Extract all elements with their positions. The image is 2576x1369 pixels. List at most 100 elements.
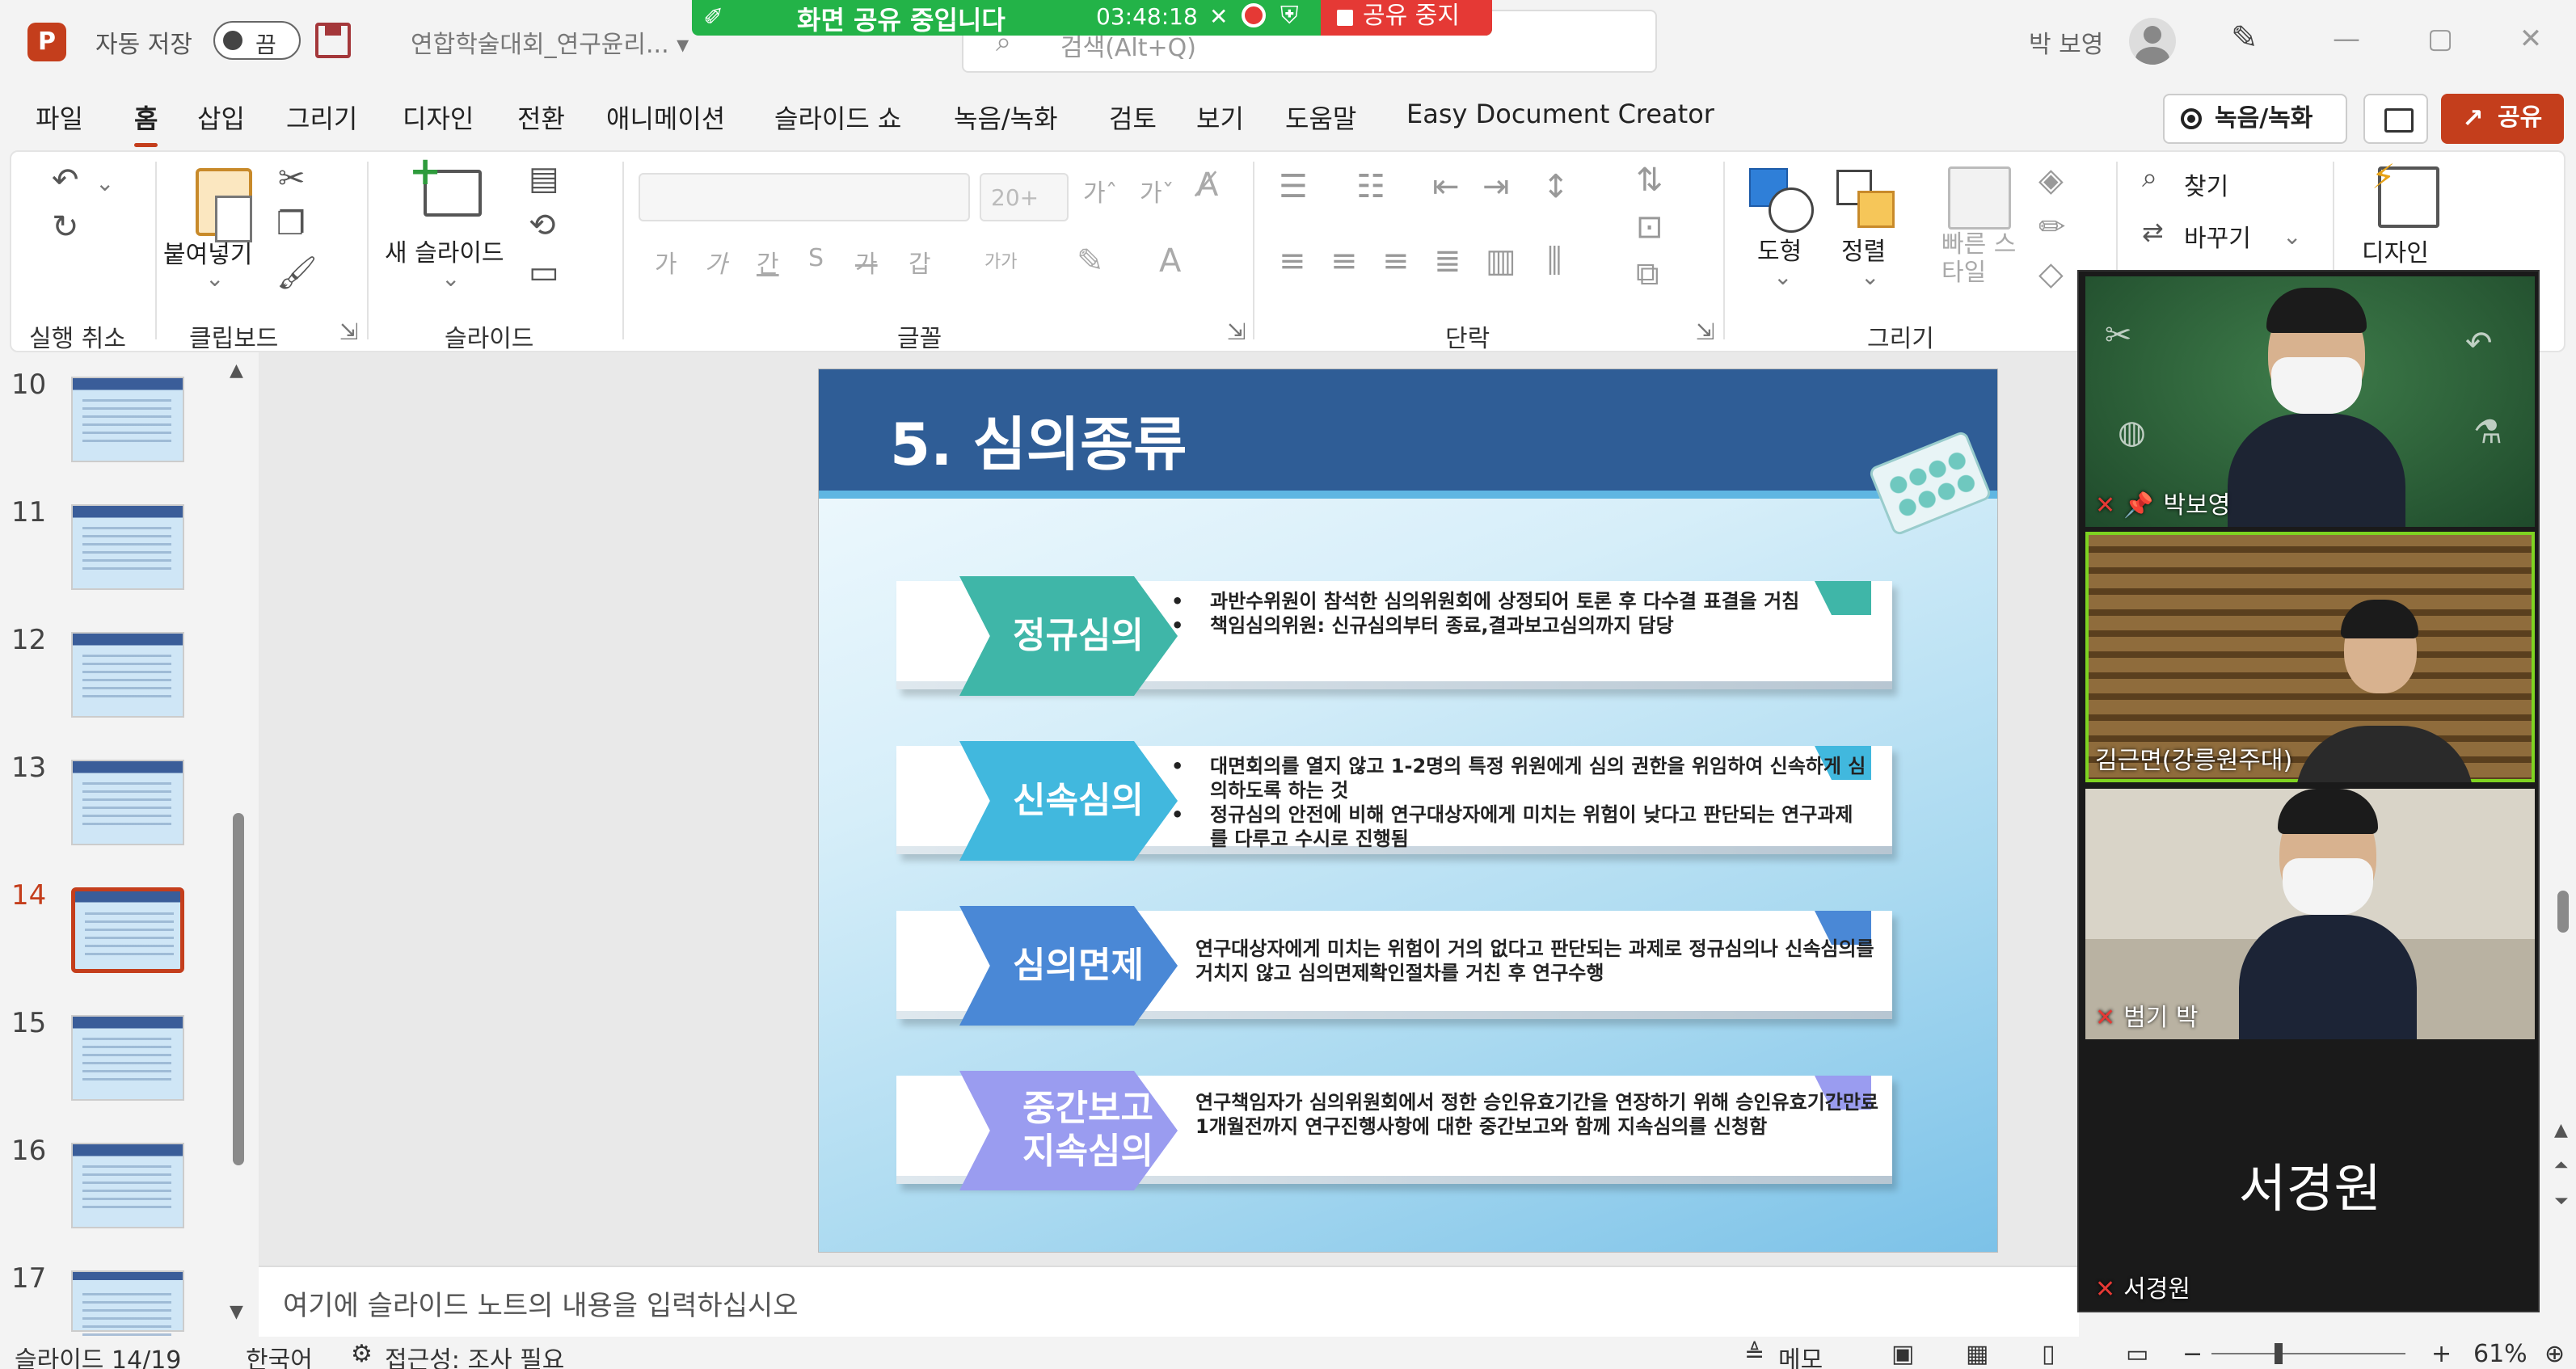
scroll-down-icon[interactable]: ▼ — [230, 1302, 243, 1322]
designer-icon[interactable] — [2372, 157, 2439, 228]
review-row-continuing[interactable]: 중간보고 지속심의 연구책임자가 심의위원회에서 정한 승인유효기간을 연장하기 … — [896, 1071, 1892, 1190]
review-row-exempt[interactable]: 심의면제 연구대상자에게 미치는 위험이 거의 없다고 판단되는 과제로 정규심… — [896, 906, 1892, 1026]
shapes-button[interactable]: 도형 — [1757, 231, 1802, 267]
shadow-button[interactable]: S — [808, 244, 824, 272]
slide-sorter-icon[interactable]: ▦ — [1966, 1340, 1988, 1368]
tab-draw[interactable]: 그리기 — [286, 99, 357, 136]
font-launcher-icon[interactable]: ⇲ — [1227, 318, 1246, 345]
close-button[interactable]: ✕ — [2502, 15, 2559, 63]
font-family-select[interactable] — [639, 173, 970, 221]
share-button[interactable]: 공유 — [2441, 94, 2564, 144]
align-left-icon[interactable]: ≡ — [1279, 242, 1306, 280]
document-title[interactable]: 연합학술대회_연구윤리... ▾ — [411, 24, 689, 60]
reading-view-icon[interactable]: ▯ — [2042, 1340, 2055, 1368]
participant-video[interactable]: ✕ 범기 박 — [2085, 789, 2535, 1039]
designer-button[interactable]: 디자인 — [2362, 233, 2429, 268]
participant-video[interactable]: 김근면(강릉원주대) — [2085, 532, 2535, 782]
arrange-button[interactable]: 정렬 — [1841, 231, 1886, 267]
participant-video[interactable]: ✂ ◍ ↶ ⚗ ✕ 📌 박보영 — [2085, 276, 2535, 527]
shape-effects-icon[interactable]: ◇ — [2038, 255, 2064, 293]
tab-design[interactable]: 디자인 — [403, 99, 474, 136]
replace-dropdown-icon[interactable]: ⌄ — [2283, 223, 2301, 250]
shapes-icon[interactable] — [1749, 168, 1817, 236]
notes-button[interactable]: 메모 — [1778, 1340, 1823, 1369]
tab-help[interactable]: 도움말 — [1285, 99, 1356, 136]
avatar[interactable] — [2129, 18, 2176, 65]
new-slide-button[interactable]: 새 슬라이드 — [385, 233, 504, 268]
new-slide-dropdown-icon[interactable]: ⌄ — [441, 265, 460, 292]
quick-styles-icon[interactable] — [1948, 166, 2011, 230]
slide-thumbnail[interactable] — [71, 504, 184, 590]
tab-animations[interactable]: 애니메이션 — [606, 99, 725, 136]
bullets-icon[interactable]: ☰ — [1279, 168, 1308, 205]
tab-view[interactable]: 보기 — [1196, 99, 1244, 136]
align-center-icon[interactable]: ≡ — [1330, 242, 1358, 280]
undo-dropdown-icon[interactable]: ⌄ — [95, 170, 114, 196]
zoom-level[interactable]: 61% — [2473, 1340, 2528, 1368]
language-indicator[interactable]: 한국어 — [246, 1340, 313, 1369]
mic-off-icon[interactable]: ✕ — [1209, 3, 1228, 30]
replace-button[interactable]: 바꾸기 — [2184, 218, 2251, 254]
slide-thumbnail-selected[interactable] — [71, 887, 184, 973]
prev-slide-icon[interactable]: ⏶ — [2554, 1156, 2569, 1176]
review-row-expedited[interactable]: 신속심의 대면회의를 열지 않고 1-2명의 특정 위원에게 심의 권한을 위임… — [896, 741, 1892, 861]
tab-home[interactable]: 홈 — [134, 99, 158, 147]
zoom-slider-knob[interactable] — [2275, 1343, 2283, 1364]
shape-fill-icon[interactable]: ◈ — [2038, 162, 2064, 199]
font-color-icon[interactable]: A — [1159, 242, 1181, 280]
find-button[interactable]: 찾기 — [2184, 166, 2228, 202]
scroll-thumb[interactable] — [2557, 891, 2569, 933]
slide-thumbnail[interactable] — [71, 377, 184, 462]
slide-title[interactable]: 5. 심의종류 — [890, 397, 1187, 482]
strikethrough-button[interactable]: 가 — [855, 244, 878, 280]
tab-slideshow[interactable]: 슬라이드 쇼 — [774, 99, 901, 136]
shape-outline-icon[interactable]: ✏ — [2038, 209, 2066, 246]
align-text-icon[interactable]: ⊡ — [1636, 209, 1663, 246]
grow-font-button[interactable]: 가ˆ — [1083, 173, 1118, 209]
paragraph-launcher-icon[interactable]: ⇲ — [1696, 318, 1714, 345]
shrink-font-button[interactable]: 가ˇ — [1140, 173, 1174, 209]
tab-record[interactable]: 녹음/녹화 — [954, 99, 1058, 136]
zoom-in-button[interactable]: + — [2431, 1340, 2452, 1368]
find-icon[interactable]: ⌕ — [2142, 162, 2157, 194]
arrange-icon[interactable] — [1836, 170, 1901, 234]
slide-thumbnail[interactable] — [71, 1143, 184, 1228]
distribute-icon[interactable]: ▥ — [1486, 242, 1516, 280]
quick-styles-button[interactable]: 빠른 스타일 — [1941, 230, 2030, 287]
text-direction-icon[interactable]: ⇅ — [1636, 162, 1663, 199]
section-icon[interactable]: ▭ — [529, 254, 559, 291]
undo-icon[interactable]: ↶ — [52, 162, 79, 199]
scroll-up-icon[interactable]: ▲ — [2554, 1120, 2568, 1140]
record-button[interactable]: 녹음/녹화 — [2163, 94, 2347, 144]
shapes-dropdown-icon[interactable]: ⌄ — [1773, 263, 1792, 290]
reset-icon[interactable]: ⟲ — [529, 207, 556, 244]
paste-icon[interactable] — [196, 168, 252, 242]
columns-icon[interactable]: ⫼ — [1547, 242, 1562, 280]
slideshow-icon[interactable]: ▭ — [2126, 1340, 2148, 1368]
scroll-thumb[interactable] — [233, 813, 244, 1165]
clipboard-launcher-icon[interactable]: ⇲ — [339, 318, 358, 345]
save-icon[interactable] — [315, 23, 351, 58]
slide-canvas[interactable]: 5. 심의종류 정규심의 과반수위원이 참석한 심의위원회에 상정되어 토론 후… — [818, 369, 1998, 1253]
tab-file[interactable]: 파일 — [36, 99, 83, 136]
new-slide-icon[interactable] — [409, 149, 482, 217]
notes-placeholder[interactable]: 여기에 슬라이드 노트의 내용을 입력하십시오 — [283, 1283, 799, 1323]
zoom-out-button[interactable]: − — [2182, 1340, 2203, 1368]
zoom-slider[interactable] — [2211, 1353, 2405, 1354]
record-icon[interactable] — [1242, 3, 1266, 27]
font-size-select[interactable]: 20+ — [980, 173, 1069, 221]
tab-insert[interactable]: 삽입 — [197, 99, 245, 136]
shield-icon[interactable]: ⛨ — [1280, 2, 1299, 30]
justify-icon[interactable]: ≣ — [1434, 242, 1461, 280]
scroll-up-icon[interactable]: ▲ — [230, 360, 243, 381]
format-painter-icon[interactable]: 🖌 — [276, 254, 318, 292]
tab-easy-document-creator[interactable]: Easy Document Creator — [1406, 99, 1714, 129]
highlight-icon[interactable]: ✎ — [1077, 242, 1104, 280]
next-slide-icon[interactable]: ⏷ — [2554, 1191, 2569, 1211]
tab-review[interactable]: 검토 — [1109, 99, 1157, 136]
slide-thumbnail[interactable] — [71, 760, 184, 845]
redo-icon[interactable]: ↻ — [52, 209, 79, 246]
pin-icon[interactable]: ✐ — [703, 3, 723, 32]
slide-thumbnail[interactable] — [71, 632, 184, 718]
pen-icon[interactable]: ✎ — [2231, 19, 2258, 57]
